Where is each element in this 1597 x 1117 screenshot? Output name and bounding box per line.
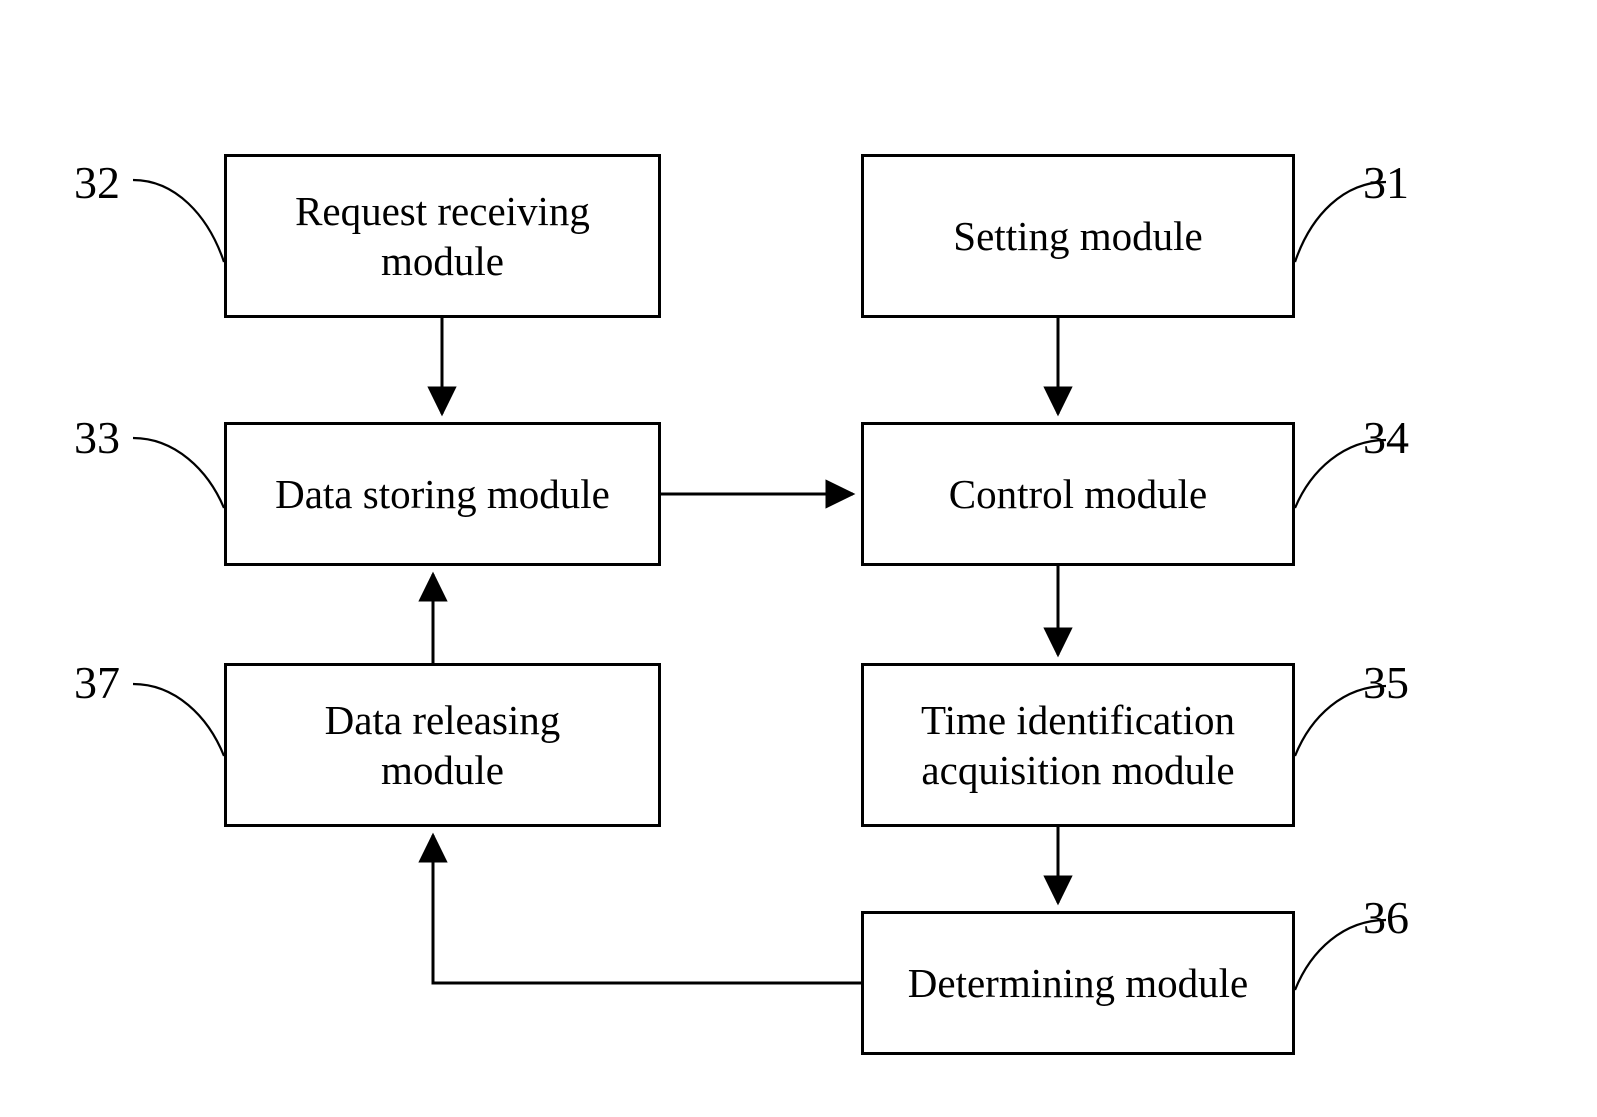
node-label-data-storing-module: Data storing module xyxy=(275,470,610,517)
node-label-setting-module: Setting module xyxy=(953,212,1203,259)
node-control-module[interactable]: Control module xyxy=(861,422,1295,566)
leader-line-37 xyxy=(132,682,226,757)
node-time-identification-acquisition-module[interactable]: Time identification acquisition module xyxy=(861,663,1295,827)
node-label-time-identification-acquisition-module: Time identification acquisition module xyxy=(921,696,1235,793)
node-label-control-module: Control module xyxy=(948,470,1208,517)
ref-number-36: 36 xyxy=(1363,892,1409,943)
ref-number-35: 35 xyxy=(1363,657,1409,708)
connector-determining-to-releasing xyxy=(418,832,861,985)
leader-line-33 xyxy=(132,436,226,509)
node-label-request-receiving-module: Request receiving module xyxy=(295,187,590,284)
ref-number-31: 31 xyxy=(1363,157,1409,208)
node-request-receiving-module[interactable]: Request receiving module xyxy=(224,154,661,318)
ref-number-34: 34 xyxy=(1363,412,1409,463)
node-determining-module[interactable]: Determining module xyxy=(861,911,1295,1055)
node-setting-module[interactable]: Setting module xyxy=(861,154,1295,318)
node-data-storing-module[interactable]: Data storing module xyxy=(224,422,661,566)
ref-number-33: 33 xyxy=(74,412,120,463)
node-label-data-releasing-module: Data releasing module xyxy=(324,696,561,793)
ref-number-37: 37 xyxy=(74,657,120,708)
leader-line-32 xyxy=(132,178,226,263)
ref-number-32: 32 xyxy=(74,157,120,208)
node-label-determining-module: Determining module xyxy=(907,959,1249,1006)
node-data-releasing-module[interactable]: Data releasing module xyxy=(224,663,661,827)
diagram-canvas: Request receiving module Setting module … xyxy=(0,0,1597,1117)
